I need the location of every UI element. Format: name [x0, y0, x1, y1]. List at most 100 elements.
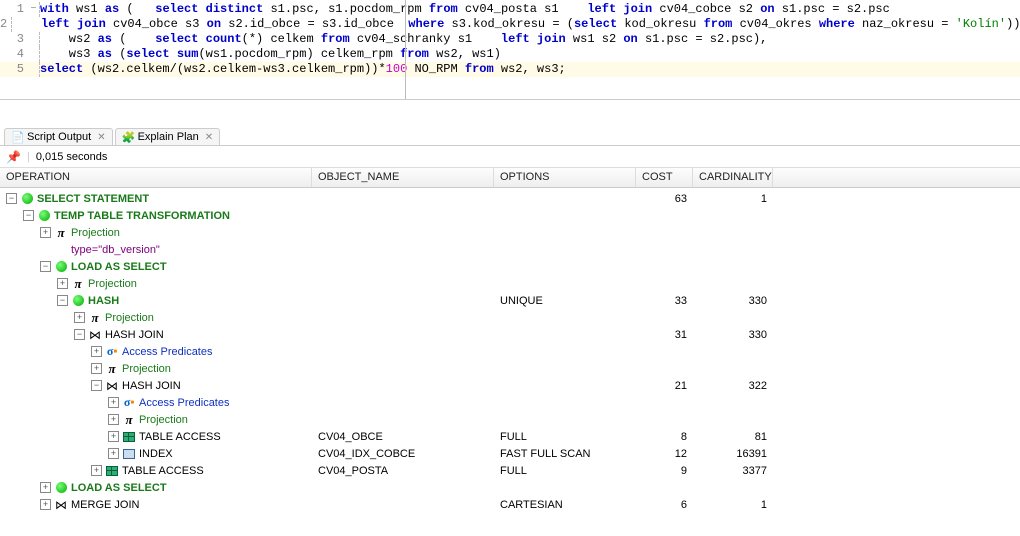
join-icon: ⋈ — [54, 498, 68, 512]
projection-icon: π — [54, 226, 68, 240]
operation-label: TEMP TABLE TRANSFORMATION — [54, 210, 230, 222]
tree-toggle[interactable]: + — [57, 278, 68, 289]
plan-row[interactable]: +πProjection — [0, 360, 1020, 377]
code-text[interactable]: select (ws2.celkem/(ws2.celkem-ws3.celke… — [40, 62, 1020, 77]
operation-label: INDEX — [139, 448, 173, 460]
cost-cell: 63 — [636, 193, 693, 205]
tab-explain-plan[interactable]: 🧩 Explain Plan ✕ — [115, 128, 221, 145]
code-text[interactable]: ws2 as ( select count(*) celkem from cv0… — [40, 32, 1020, 47]
tree-toggle[interactable]: + — [40, 227, 51, 238]
predicate-icon: σ■ — [105, 345, 119, 359]
options-cell: UNIQUE — [494, 295, 636, 307]
operation-label: TABLE ACCESS — [139, 431, 221, 443]
cost-cell: 12 — [636, 448, 693, 460]
line-number: 5 — [0, 62, 28, 77]
plan-row[interactable]: +σ■Access Predicates — [0, 394, 1020, 411]
close-icon[interactable]: ✕ — [205, 132, 213, 143]
tree-toggle[interactable]: − — [74, 329, 85, 340]
plan-row[interactable]: −SELECT STATEMENT631 — [0, 190, 1020, 207]
cost-cell: 8 — [636, 431, 693, 443]
tree-toggle[interactable]: + — [108, 448, 119, 459]
plan-toolbar: 📌 | 0,015 seconds — [0, 146, 1020, 168]
operation-label: Access Predicates — [122, 346, 212, 358]
fold-toggle[interactable]: − — [28, 2, 40, 17]
line-number: 4 — [0, 47, 28, 62]
script-icon: 📄 — [11, 131, 23, 143]
operation-label: TABLE ACCESS — [122, 465, 204, 477]
tab-label: Script Output — [27, 131, 91, 143]
status-dot-icon — [20, 192, 34, 206]
tree-toggle[interactable]: + — [108, 431, 119, 442]
plan-row[interactable]: +πProjection — [0, 309, 1020, 326]
cost-cell: 31 — [636, 329, 693, 341]
tree-toggle[interactable]: − — [6, 193, 17, 204]
operation-label: Access Predicates — [139, 397, 229, 409]
plan-row[interactable]: +TABLE ACCESSCV04_POSTAFULL93377 — [0, 462, 1020, 479]
operation-label: LOAD AS SELECT — [71, 482, 167, 494]
tree-toggle[interactable]: + — [91, 346, 102, 357]
plan-row[interactable]: −⋈HASH JOIN21322 — [0, 377, 1020, 394]
plan-row[interactable]: + LOAD AS SELECT — [0, 479, 1020, 496]
plan-row[interactable]: +σ■Access Predicates — [0, 343, 1020, 360]
line-number: 1 — [0, 2, 28, 17]
tree-toggle[interactable]: + — [40, 482, 51, 493]
plan-row[interactable]: − TEMP TABLE TRANSFORMATION — [0, 207, 1020, 224]
header-object-name[interactable]: OBJECT_NAME — [312, 168, 494, 187]
tab-label: Explain Plan — [138, 131, 199, 143]
cardinality-cell: 322 — [693, 380, 773, 392]
code-text[interactable]: left join cv04_obce s3 on s2.id_obce = s… — [12, 17, 1020, 32]
operation-label: Projection — [122, 363, 171, 375]
plan-row[interactable]: −HASHUNIQUE33330 — [0, 292, 1020, 309]
plan-row[interactable]: +TABLE ACCESSCV04_OBCEFULL881 — [0, 428, 1020, 445]
header-cost[interactable]: COST — [636, 168, 693, 187]
tree-toggle[interactable]: + — [40, 499, 51, 510]
close-icon[interactable]: ✕ — [97, 132, 105, 143]
header-options[interactable]: OPTIONS — [494, 168, 636, 187]
operation-label: HASH — [88, 295, 119, 307]
plan-row[interactable]: +πProjection — [0, 275, 1020, 292]
header-operation[interactable]: OPERATION — [0, 168, 312, 187]
tree-toggle[interactable]: + — [91, 363, 102, 374]
plan-row[interactable]: +πProjection — [0, 224, 1020, 241]
projection-icon: π — [122, 413, 136, 427]
plan-tree[interactable]: −SELECT STATEMENT631−TEMP TABLE TRANSFOR… — [0, 188, 1020, 515]
options-cell: FULL — [494, 431, 636, 443]
options-cell: CARTESIAN — [494, 499, 636, 511]
code-text[interactable]: with ws1 as ( select distinct s1.psc, s1… — [40, 2, 1020, 17]
predicate-icon: σ■ — [122, 396, 136, 410]
header-cardinality[interactable]: CARDINALITY — [693, 168, 773, 187]
tree-toggle[interactable]: − — [23, 210, 34, 221]
tree-toggle[interactable]: − — [91, 380, 102, 391]
cardinality-cell: 16391 — [693, 448, 773, 460]
join-icon: ⋈ — [105, 379, 119, 393]
operation-label: type="db_version" — [71, 244, 160, 256]
table-icon — [105, 464, 119, 478]
plan-row[interactable]: −⋈HASH JOIN31330 — [0, 326, 1020, 343]
tree-toggle[interactable]: + — [108, 414, 119, 425]
tree-toggle[interactable]: − — [40, 261, 51, 272]
object-name-cell: CV04_POSTA — [312, 465, 494, 477]
pin-icon[interactable]: 📌 — [6, 150, 21, 164]
sql-editor[interactable]: 1−with ws1 as ( select distinct s1.psc, … — [0, 0, 1020, 100]
tree-toggle[interactable]: + — [108, 397, 119, 408]
plan-header-row: OPERATION OBJECT_NAME OPTIONS COST CARDI… — [0, 168, 1020, 188]
plan-row[interactable]: type="db_version" — [0, 241, 1020, 258]
tree-toggle[interactable]: + — [91, 465, 102, 476]
tree-toggle — [40, 244, 51, 255]
plan-row[interactable]: +πProjection — [0, 411, 1020, 428]
plan-row[interactable]: +⋈MERGE JOINCARTESIAN61 — [0, 496, 1020, 513]
cardinality-cell: 3377 — [693, 465, 773, 477]
plan-row[interactable]: −LOAD AS SELECT — [0, 258, 1020, 275]
fold-toggle — [28, 62, 40, 77]
options-cell: FULL — [494, 465, 636, 477]
code-text[interactable]: ws3 as (select sum(ws1.pocdom_rpm) celke… — [40, 47, 1020, 62]
line-number: 2 — [0, 17, 11, 32]
cardinality-cell: 330 — [693, 295, 773, 307]
plan-row[interactable]: +INDEXCV04_IDX_COBCEFAST FULL SCAN121639… — [0, 445, 1020, 462]
tree-toggle[interactable]: + — [74, 312, 85, 323]
result-tabs: 📄 Script Output ✕ 🧩 Explain Plan ✕ — [0, 126, 1020, 146]
tree-toggle[interactable]: − — [57, 295, 68, 306]
editor-margin-line — [405, 0, 406, 99]
tab-script-output[interactable]: 📄 Script Output ✕ — [4, 128, 113, 145]
status-dot-icon — [37, 209, 51, 223]
